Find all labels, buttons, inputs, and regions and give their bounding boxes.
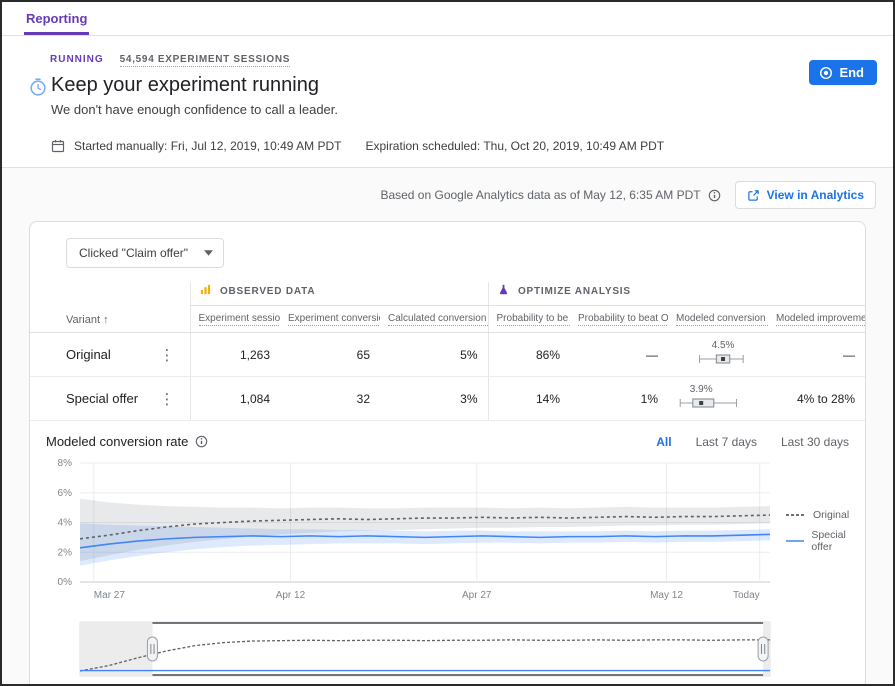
svg-text:0%: 0% (58, 577, 73, 588)
brush-handle-left[interactable] (147, 637, 157, 661)
column-header-modeled-improvement: Modeled improvement (768, 306, 865, 333)
end-experiment-icon (819, 66, 833, 80)
view-in-analytics-button[interactable]: View in Analytics (735, 181, 876, 209)
objective-dropdown[interactable]: Clicked "Claim offer" (66, 238, 224, 268)
info-icon[interactable] (195, 435, 208, 448)
modeled-improvement-value: 4% to 28% (768, 377, 865, 421)
expiration-date-text: Expiration scheduled: Thu, Oct 20, 2019,… (365, 139, 664, 153)
probability-beat-original-value: 1% (570, 377, 668, 421)
variant-name: Special offer (66, 391, 138, 406)
calculated-rate-value: 5% (380, 333, 488, 377)
chart-title: Modeled conversion rate (46, 434, 188, 449)
table-row-special-offer: Special offer ⋮ 1,084 32 3% 14% 1% 3.9% … (30, 377, 865, 421)
modeled-rate-boxplot: 3.9% (672, 400, 764, 414)
sort-ascending-icon: ↑ (103, 314, 109, 326)
filter-last-30-days[interactable]: Last 30 days (781, 435, 849, 449)
column-header-experiment-sessions: Experiment sessions (190, 306, 280, 333)
column-header-experiment-conversions: Experiment conversions (280, 306, 380, 333)
svg-text:2%: 2% (58, 547, 73, 558)
svg-text:Today: Today (733, 590, 760, 601)
column-header-probability-to-beat-original: Probability to beat Original (570, 306, 668, 333)
info-icon[interactable] (708, 189, 721, 202)
svg-text:May 12: May 12 (650, 590, 683, 601)
brush-handle-right[interactable] (758, 637, 768, 661)
column-header-calculated-conversion-rate: Calculated conversion rate (380, 306, 488, 333)
modeled-conversion-rate-chart: 0% 2% 4% 6% 8% Mar 27 Apr 12 Apr 27 May 12 Today (30, 457, 863, 607)
variant-name: Original (66, 347, 111, 362)
page-subtitle: We don't have enough confidence to call … (51, 102, 338, 117)
modeled-rate-cell: 4.5% (668, 333, 768, 377)
svg-text:4.5%: 4.5% (712, 340, 735, 351)
report-card: Clicked "Claim offer" OBSERVED DATA (29, 221, 866, 686)
probability-best-value: 14% (488, 377, 570, 421)
calculated-rate-value: 3% (380, 377, 488, 421)
table-row-original: Original ⋮ 1,263 65 5% 86% — 4.5% — (30, 333, 865, 377)
kebab-menu-icon[interactable]: ⋮ (157, 390, 178, 408)
probability-best-value: 86% (488, 333, 570, 377)
filter-last-7-days[interactable]: Last 7 days (696, 435, 757, 449)
start-date-text: Started manually: Fri, Jul 12, 2019, 10:… (74, 139, 341, 153)
legend-original: Original (786, 509, 865, 521)
results-table: OBSERVED DATA OPTIMIZE ANALYSIS Variant … (30, 282, 865, 421)
conversions-value: 65 (280, 333, 380, 377)
experiment-header: RUNNING 54,594 EXPERIMENT SESSIONS Keep … (2, 36, 893, 167)
modeled-improvement-value: — (768, 333, 865, 377)
chevron-down-icon (204, 250, 213, 256)
modeled-rate-boxplot: 4.5% (672, 356, 764, 370)
chart-legend: Original Special offer (786, 509, 865, 553)
probability-beat-original-value: — (570, 333, 668, 377)
svg-text:Apr 12: Apr 12 (276, 590, 306, 601)
optimize-flask-icon (498, 284, 509, 295)
app-window: Reporting RUNNING 54,594 EXPERIMENT SESS… (0, 0, 895, 686)
svg-text:Apr 27: Apr 27 (462, 590, 492, 601)
data-freshness-text: Based on Google Analytics data as of May… (380, 188, 700, 202)
modeled-rate-cell: 3.9% (668, 377, 768, 421)
svg-text:Mar 27: Mar 27 (94, 590, 126, 601)
sessions-value: 1,084 (190, 377, 280, 421)
column-header-modeled-conversion-rate: Modeled conversion rate (668, 306, 768, 333)
observed-data-group-header: OBSERVED DATA (190, 282, 488, 306)
time-range-brush[interactable] (30, 620, 863, 678)
filter-all[interactable]: All (656, 435, 671, 449)
page-title: Keep your experiment running (51, 74, 338, 97)
svg-text:8%: 8% (58, 458, 73, 469)
experiment-sessions-count: 54,594 EXPERIMENT SESSIONS (120, 54, 290, 67)
timer-icon (28, 77, 48, 97)
svg-text:3.9%: 3.9% (690, 384, 713, 395)
end-button[interactable]: End (809, 60, 877, 85)
tab-reporting[interactable]: Reporting (24, 2, 89, 35)
column-header-variant[interactable]: Variant ↑ (30, 306, 190, 333)
conversions-value: 32 (280, 377, 380, 421)
svg-text:4%: 4% (58, 518, 73, 529)
tab-bar: Reporting (2, 2, 893, 36)
status-badge: RUNNING (50, 54, 104, 65)
report-section: Based on Google Analytics data as of May… (2, 167, 893, 686)
column-header-probability-to-be-best: Probability to be best (488, 306, 570, 333)
svg-text:6%: 6% (58, 488, 73, 499)
external-link-icon (747, 189, 760, 202)
optimize-analysis-group-header: OPTIMIZE ANALYSIS (488, 282, 865, 306)
kebab-menu-icon[interactable]: ⋮ (157, 346, 178, 364)
sessions-value: 1,263 (190, 333, 280, 377)
bar-chart-icon (200, 284, 211, 295)
legend-special-offer: Special offer (786, 529, 865, 553)
calendar-icon (51, 139, 65, 153)
